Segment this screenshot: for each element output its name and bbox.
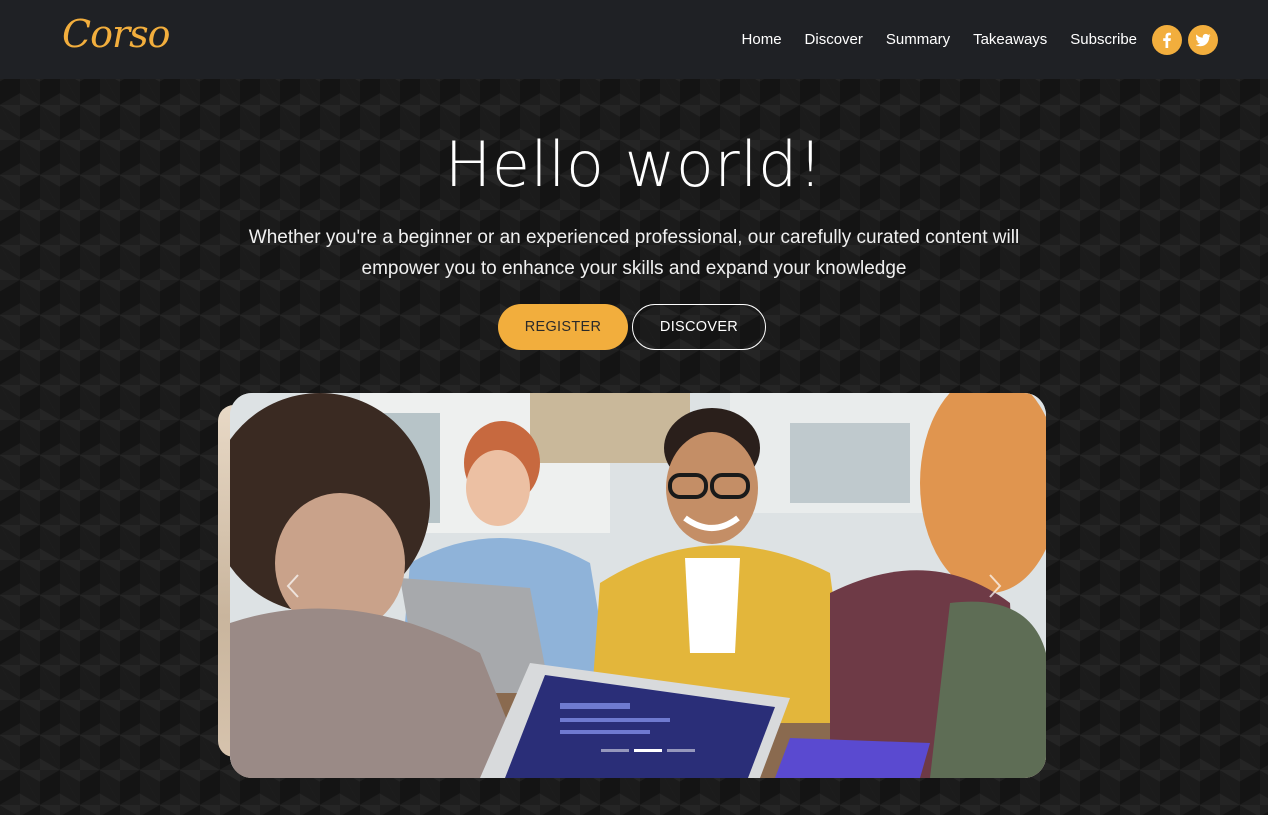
facebook-icon [1163, 32, 1171, 48]
nav-link-takeaways[interactable]: Takeaways [973, 31, 1047, 48]
nav-links: Home Discover Summary Takeaways Subscrib… [742, 0, 1218, 79]
hero-title: Hello world! [444, 128, 824, 201]
discover-button[interactable]: DISCOVER [632, 304, 766, 350]
facebook-button[interactable] [1152, 24, 1182, 55]
brand-logo[interactable]: Corso [62, 12, 170, 56]
carousel-indicator-2[interactable] [633, 749, 662, 752]
chevron-right-icon [989, 574, 1002, 598]
carousel-prev-button[interactable] [282, 569, 306, 603]
nav-link-home[interactable]: Home [742, 31, 782, 48]
nav-link-discover[interactable]: Discover [805, 31, 863, 48]
carousel-next-button[interactable] [982, 569, 1006, 603]
carousel-slide-image [230, 393, 1046, 778]
twitter-icon [1195, 33, 1211, 46]
navbar: Corso Home Discover Summary Takeaways Su… [0, 0, 1268, 79]
hero-subtitle: Whether you're a beginner or an experien… [248, 227, 1020, 279]
register-button[interactable]: REGISTER [498, 304, 628, 350]
image-carousel [218, 393, 1046, 778]
carousel-indicator-1[interactable] [600, 749, 629, 752]
team-meeting-photo [230, 393, 1046, 778]
twitter-button[interactable] [1188, 24, 1218, 55]
nav-link-summary[interactable]: Summary [886, 31, 950, 48]
chevron-left-icon [286, 574, 299, 598]
carousel-indicator-3[interactable] [666, 749, 695, 752]
nav-link-subscribe[interactable]: Subscribe [1070, 31, 1137, 48]
carousel-indicators [598, 749, 697, 752]
